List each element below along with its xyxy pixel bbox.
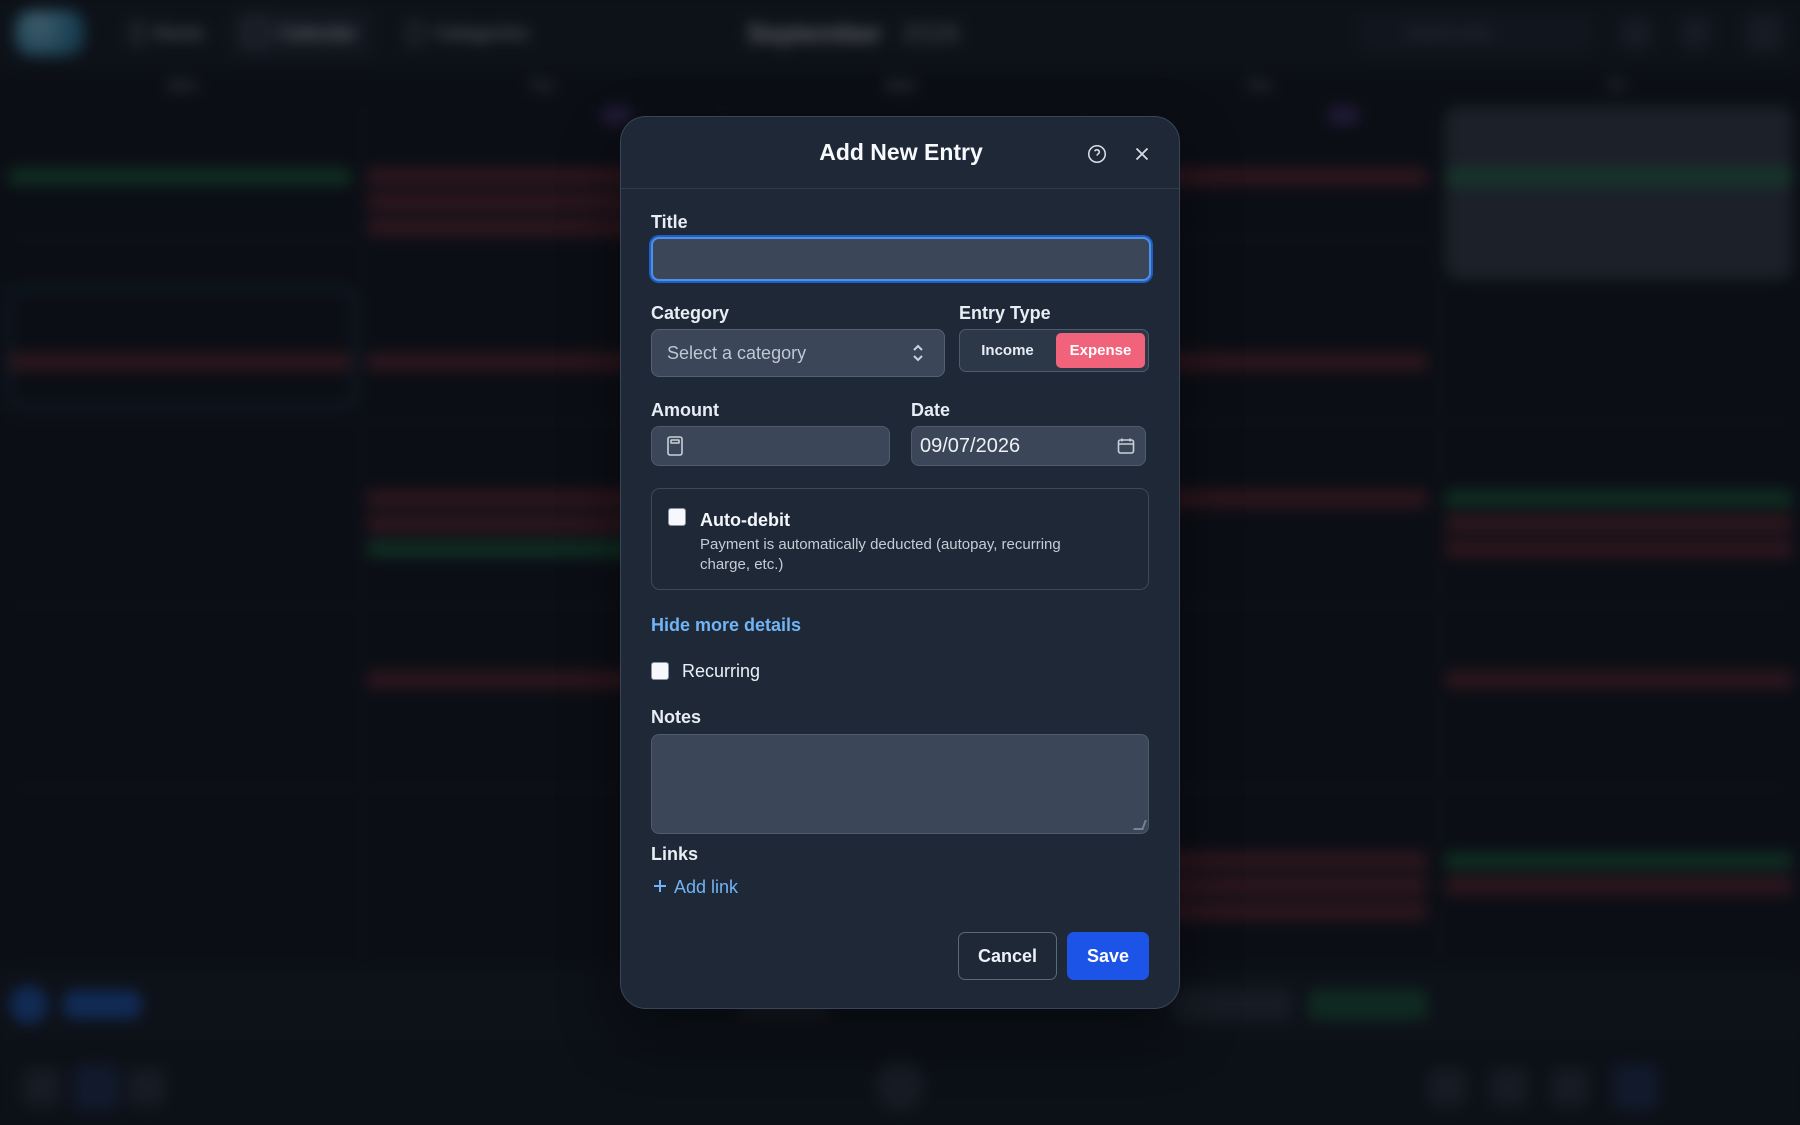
resize-handle-icon[interactable]	[1133, 820, 1147, 830]
date-input[interactable]: 09/07/2026	[911, 426, 1146, 466]
date-label: Date	[911, 400, 951, 420]
modal-header: Add New Entry	[621, 117, 1179, 189]
income-toggle-button[interactable]: Income	[963, 333, 1052, 368]
category-label: Category	[651, 303, 730, 323]
add-entry-modal: Add New Entry Title Category Select a ca…	[620, 116, 1180, 1009]
cancel-button[interactable]: Cancel	[958, 932, 1057, 980]
auto-debit-description: Payment is automatically deducted (autop…	[700, 536, 1061, 573]
hide-more-details-link[interactable]: Hide more details	[651, 615, 801, 636]
close-icon[interactable]	[1128, 140, 1156, 168]
recurring-label: Recurring	[682, 661, 761, 681]
title-label: Title	[651, 212, 688, 232]
chevron-up-down-icon	[913, 344, 923, 362]
save-button[interactable]: Save	[1067, 932, 1149, 980]
category-select[interactable]: Select a category	[651, 329, 945, 377]
add-link-button[interactable]: Add link	[674, 877, 738, 898]
entry-type-toggle[interactable]: Income Expense	[959, 329, 1149, 372]
notes-label: Notes	[651, 707, 702, 727]
entry-type-label: Entry Type	[959, 303, 1051, 323]
plus-icon[interactable]	[651, 877, 669, 895]
amount-input[interactable]	[651, 426, 890, 466]
title-input[interactable]	[651, 237, 1151, 281]
recurring-checkbox[interactable]	[651, 662, 669, 680]
category-placeholder: Select a category	[667, 343, 807, 363]
auto-debit-card[interactable]: Auto-debit Payment is automatically dedu…	[651, 488, 1149, 590]
calendar-icon[interactable]	[1116, 436, 1136, 456]
auto-debit-checkbox[interactable]	[668, 508, 686, 526]
expense-toggle-button[interactable]: Expense	[1056, 333, 1145, 368]
auto-debit-title: Auto-debit	[700, 510, 790, 530]
links-label: Links	[651, 844, 699, 864]
question-circle-icon[interactable]	[1083, 140, 1111, 168]
amount-label: Amount	[651, 400, 719, 420]
app-window: Home Calendar Categories September 2026 …	[0, 0, 1800, 1125]
calculator-icon	[667, 436, 683, 456]
notes-textarea[interactable]	[651, 734, 1149, 834]
